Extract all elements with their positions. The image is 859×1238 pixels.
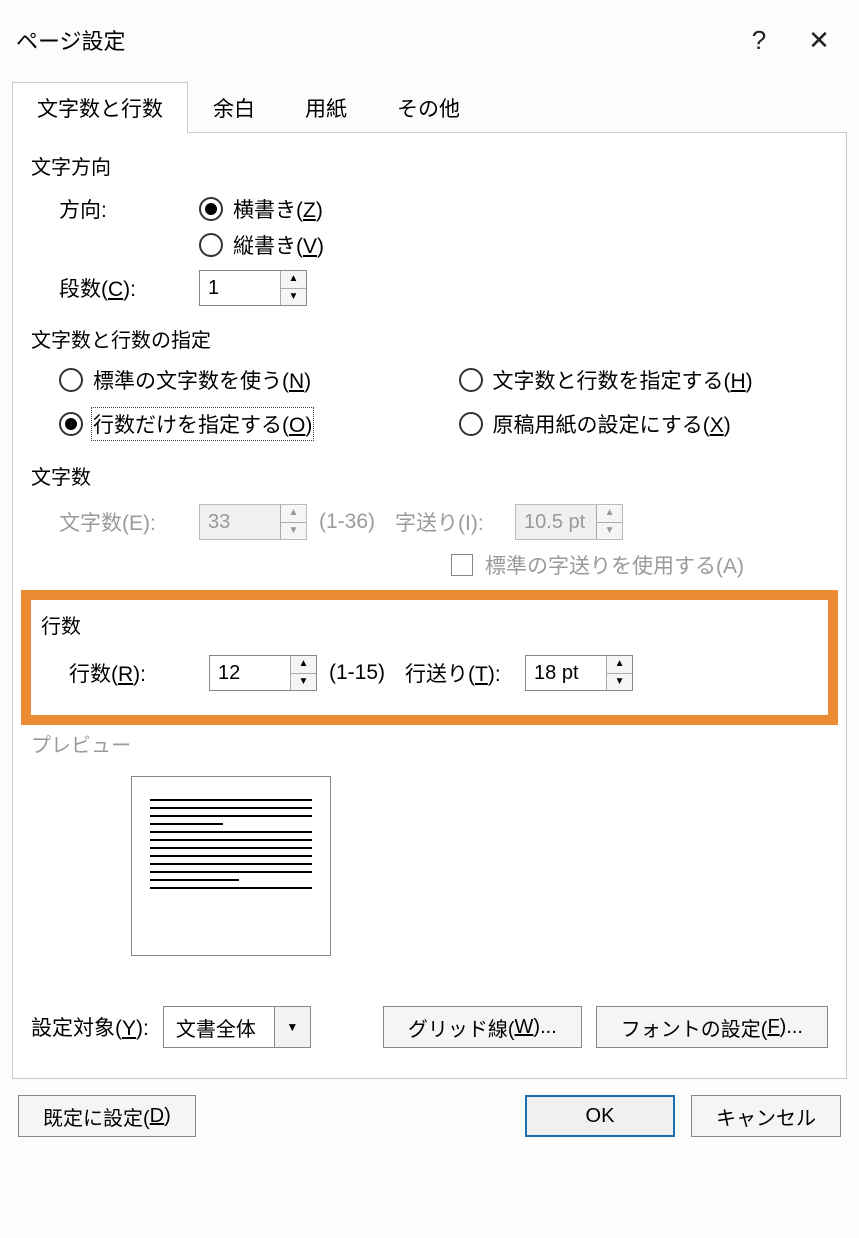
tab-panel: 文字方向 方向: 横書き(Z) 縦書き(V) 段数(C): xyxy=(12,133,847,1079)
line-pitch-label: 行送り(T): xyxy=(405,658,525,688)
section-title-label: 文字数と行数の指定 xyxy=(31,324,211,353)
dialog-title: ページ設定 xyxy=(16,24,729,56)
section-title-label: 行数 xyxy=(41,610,81,639)
spinner-down-icon: ▼ xyxy=(597,522,622,540)
spinner-up-icon: ▲ xyxy=(281,505,306,522)
radio-chars-and-lines[interactable]: 文字数と行数を指定する(H) xyxy=(459,365,829,395)
section-lines-title: 行数 xyxy=(41,610,818,639)
highlight-lines-section: 行数 行数(R): ▲▼ (1-15) 行送り(T): ▲▼ xyxy=(21,590,838,725)
apply-to-value: 文書全体 xyxy=(164,1007,274,1047)
spinner-down-icon[interactable]: ▼ xyxy=(281,288,306,306)
chars-spinner-arrows: ▲▼ xyxy=(280,505,306,539)
radio-genko[interactable]: 原稿用紙の設定にする(X) xyxy=(459,409,829,439)
line-pitch-spinner-arrows[interactable]: ▲▼ xyxy=(606,656,632,690)
section-text-direction-title: 文字方向 xyxy=(31,151,828,180)
cancel-button[interactable]: キャンセル xyxy=(691,1095,841,1137)
chars-range: (1-36) xyxy=(319,510,375,534)
gridlines-button[interactable]: グリッド線(W)... xyxy=(383,1006,582,1048)
columns-spinner[interactable]: ▲▼ xyxy=(199,270,307,306)
lines-spinner[interactable]: ▲▼ xyxy=(209,655,317,691)
direction-label: 方向: xyxy=(59,194,199,224)
spinner-up-icon: ▲ xyxy=(597,505,622,522)
tab-paper[interactable]: 用紙 xyxy=(280,82,372,133)
radio-horizontal[interactable]: 横書き(Z) xyxy=(199,194,323,224)
columns-spinner-arrows[interactable]: ▲▼ xyxy=(280,271,306,305)
line-pitch-input[interactable] xyxy=(526,656,606,690)
section-preview-title: プレビュー xyxy=(31,729,828,758)
spinner-up-icon[interactable]: ▲ xyxy=(607,656,632,673)
tab-margins[interactable]: 余白 xyxy=(188,82,280,133)
chars-spinner: ▲▼ xyxy=(199,504,307,540)
page-setup-dialog: ページ設定 ? ✕ 文字数と行数 余白 用紙 その他 文字方向 方向: 横書き(… xyxy=(0,0,859,1155)
use-standard-pitch-checkbox: 標準の字送りを使用する(A) xyxy=(451,550,744,580)
section-title-label: プレビュー xyxy=(31,729,131,758)
use-standard-pitch-label: 標準の字送りを使用する(A) xyxy=(485,550,744,580)
page-preview xyxy=(131,776,331,956)
radio-standard-chars[interactable]: 標準の文字数を使う(N) xyxy=(59,365,429,395)
dialog-footer: 既定に設定(D) OK キャンセル xyxy=(0,1079,859,1155)
apply-to-select[interactable]: 文書全体 ▼ xyxy=(163,1006,311,1048)
spinner-down-icon[interactable]: ▼ xyxy=(291,673,316,691)
tab-strip: 文字数と行数 余白 用紙 その他 xyxy=(12,82,847,133)
tab-chars-lines[interactable]: 文字数と行数 xyxy=(12,82,188,133)
section-chars-title: 文字数 xyxy=(31,461,828,490)
radio-lines-only[interactable]: 行数だけを指定する(O) xyxy=(59,409,429,439)
font-settings-button[interactable]: フォントの設定(F)... xyxy=(596,1006,828,1048)
line-pitch-spinner[interactable]: ▲▼ xyxy=(525,655,633,691)
spinner-up-icon[interactable]: ▲ xyxy=(291,656,316,673)
lines-spinner-arrows[interactable]: ▲▼ xyxy=(290,656,316,690)
lines-range: (1-15) xyxy=(329,661,385,685)
close-button[interactable]: ✕ xyxy=(789,18,849,62)
section-spec-title: 文字数と行数の指定 xyxy=(31,324,828,353)
titlebar: ページ設定 ? ✕ xyxy=(0,0,859,76)
spinner-up-icon[interactable]: ▲ xyxy=(281,271,306,288)
ok-button[interactable]: OK xyxy=(525,1095,675,1137)
chars-per-line-label: 文字数(E): xyxy=(59,507,199,537)
spinner-down-icon[interactable]: ▼ xyxy=(607,673,632,691)
section-title-label: 文字方向 xyxy=(31,151,111,180)
chars-input xyxy=(200,505,280,539)
lines-label: 行数(R): xyxy=(69,658,209,688)
char-pitch-input xyxy=(516,505,596,539)
section-title-label: 文字数 xyxy=(31,461,91,490)
columns-input[interactable] xyxy=(200,271,280,305)
char-pitch-spinner-arrows: ▲▼ xyxy=(596,505,622,539)
char-pitch-label: 字送り(I): xyxy=(395,507,515,537)
radio-vertical-label: 縦書き( xyxy=(233,235,303,258)
radio-vertical[interactable]: 縦書き(V) xyxy=(199,230,324,260)
radio-horizontal-label: 横書き( xyxy=(233,199,303,222)
set-default-button[interactable]: 既定に設定(D) xyxy=(18,1095,196,1137)
apply-to-label: 設定対象(Y): xyxy=(31,1012,149,1042)
columns-label: 段数(C): xyxy=(59,273,199,303)
spinner-down-icon: ▼ xyxy=(281,522,306,540)
lines-input[interactable] xyxy=(210,656,290,690)
chevron-down-icon[interactable]: ▼ xyxy=(274,1007,310,1047)
tab-other[interactable]: その他 xyxy=(372,82,485,133)
char-pitch-spinner: ▲▼ xyxy=(515,504,623,540)
help-button[interactable]: ? xyxy=(729,18,789,62)
